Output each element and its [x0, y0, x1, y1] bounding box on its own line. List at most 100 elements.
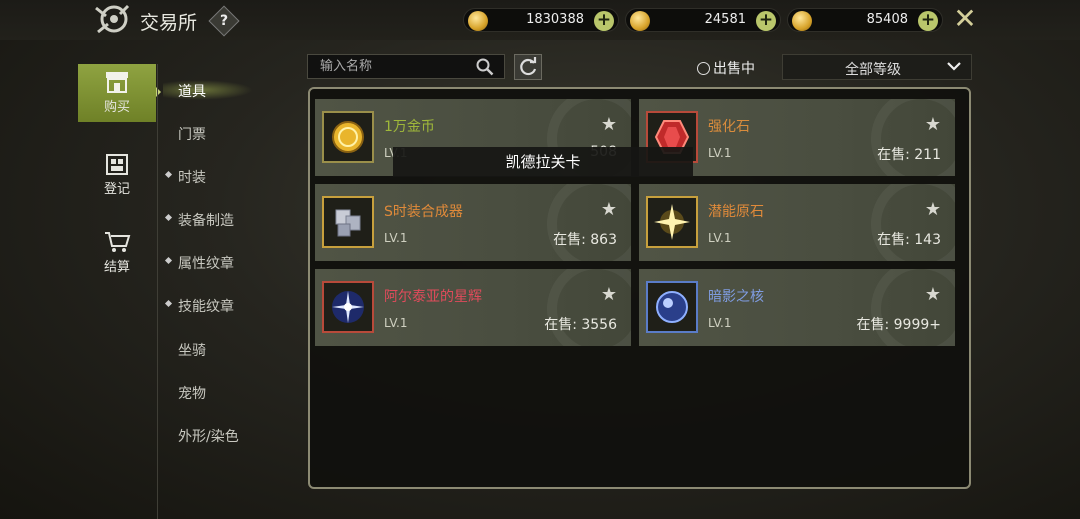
category-item-fashion[interactable]: 时装: [164, 167, 206, 187]
add-currency-button[interactable]: +: [756, 11, 776, 31]
currency-refresh-coin: 1830388 +: [463, 8, 619, 32]
category-label: 外形/染色: [178, 429, 239, 445]
item-level: LV.1: [384, 316, 408, 330]
close-button[interactable]: ✕: [950, 4, 980, 34]
item-count: 在售: 3556: [544, 317, 617, 333]
tooltip: 凯德拉关卡: [393, 147, 693, 177]
gold-pile-icon: [630, 11, 650, 31]
item-level: LV.1: [708, 146, 732, 160]
cart-icon: [105, 232, 131, 252]
expand-dot-icon: [164, 170, 173, 179]
category-item-pet[interactable]: 宠物: [178, 383, 206, 403]
currency-value: 1830388: [526, 12, 584, 27]
nav-item-label: 结算: [103, 260, 130, 275]
grade-dropdown[interactable]: 全部等级: [782, 54, 972, 80]
expand-dot-icon: [164, 299, 173, 308]
currency-gold-pile: 24581 +: [625, 8, 781, 32]
item-name: S时装合成器: [384, 204, 463, 220]
category-item-equipment-craft[interactable]: 装备制造: [164, 210, 234, 230]
category-item-attribute-emblem[interactable]: 属性纹章: [164, 253, 234, 273]
watermark-icon: [871, 99, 955, 176]
refresh-icon: [520, 57, 537, 76]
category-item-mount[interactable]: 坐骑: [178, 340, 206, 360]
item-name: 1万金币: [384, 119, 435, 135]
help-button[interactable]: ?: [208, 5, 240, 37]
favorite-star-icon[interactable]: ★: [601, 201, 617, 219]
on-sale-toggle[interactable]: 出售中: [697, 58, 755, 78]
add-currency-button[interactable]: +: [594, 11, 614, 31]
item-count: 在售: 143: [877, 232, 941, 248]
category-label: 宠物: [178, 386, 206, 402]
item-level: LV.1: [708, 231, 732, 245]
category-item-appearance-dye[interactable]: 外形/染色: [178, 426, 239, 446]
nav-item-settle[interactable]: 结算: [78, 224, 156, 282]
currency-value: 85408: [866, 12, 908, 27]
register-icon: [106, 154, 128, 175]
currency-value: 24581: [704, 12, 746, 27]
item-level: LV.1: [708, 316, 732, 330]
category-label: 装备制造: [178, 213, 234, 229]
item-icon-frame: [322, 196, 374, 248]
chevron-down-icon: [947, 62, 961, 71]
favorite-star-icon[interactable]: ★: [925, 116, 941, 134]
item-name: 阿尔泰亚的星辉: [384, 289, 482, 305]
starlight-icon: [332, 291, 364, 323]
watermark-icon: [547, 269, 631, 346]
favorite-star-icon[interactable]: ★: [601, 286, 617, 304]
item-name: 强化石: [708, 119, 750, 135]
main-nav: 购买 登记 结算: [78, 64, 156, 519]
on-sale-label: 出售中: [713, 61, 755, 77]
nav-item-label: 购买: [103, 100, 130, 115]
search-input[interactable]: [308, 55, 468, 78]
item-card[interactable]: 阿尔泰亚的星辉 LV.1 在售: 3556 ★: [315, 269, 631, 346]
watermark-icon: [547, 184, 631, 261]
category-label: 道具: [178, 84, 206, 100]
search-icon[interactable]: [476, 58, 494, 76]
add-currency-button[interactable]: +: [918, 11, 938, 31]
item-card[interactable]: 潜能原石 LV.1 在售: 143 ★: [639, 184, 955, 261]
expand-dot-icon: [164, 256, 173, 265]
expand-dot-icon: [164, 213, 173, 222]
nav-item-register[interactable]: 登记: [78, 146, 156, 204]
top-bar: 交易所 ? 1830388 + 24581 + 85408 + ✕: [0, 0, 1080, 40]
item-icon-frame: [322, 111, 374, 163]
search-field: [307, 54, 505, 79]
item-level: LV.1: [384, 231, 408, 245]
refresh-button[interactable]: [514, 54, 542, 80]
item-icon-frame: [646, 196, 698, 248]
page-title: 交易所: [140, 12, 198, 34]
category-label: 属性纹章: [178, 256, 234, 272]
category-item-tickets[interactable]: 门票: [178, 124, 206, 144]
synthesizer-icon: [335, 209, 361, 237]
favorite-star-icon[interactable]: ★: [925, 201, 941, 219]
item-icon-frame: [646, 281, 698, 333]
gold-coin-icon: [792, 11, 812, 31]
category-label: 时装: [178, 170, 206, 186]
item-count: 在售: 9999+: [856, 317, 941, 333]
gold-coin-icon: [332, 121, 364, 153]
favorite-star-icon[interactable]: ★: [601, 116, 617, 134]
currency-gold-coin: 85408 +: [787, 8, 943, 32]
category-item-skill-emblem[interactable]: 技能纹章: [164, 296, 234, 316]
item-name: 潜能原石: [708, 204, 764, 220]
radio-icon[interactable]: [697, 62, 710, 75]
item-card[interactable]: 暗影之核 LV.1 在售: 9999+ ★: [639, 269, 955, 346]
shop-icon: [106, 72, 128, 93]
close-icon: ✕: [953, 2, 977, 35]
refresh-coin-icon: [468, 11, 488, 31]
shadow-core-icon: [656, 291, 688, 323]
favorite-star-icon[interactable]: ★: [925, 286, 941, 304]
potential-stone-icon: [654, 204, 690, 240]
category-label: 门票: [178, 127, 206, 143]
category-label: 坐骑: [178, 343, 206, 359]
dragon-logo-icon: [95, 4, 130, 34]
item-count: 在售: 863: [553, 232, 617, 248]
category-item-props[interactable]: 道具: [178, 81, 206, 101]
watermark-icon: [871, 269, 955, 346]
grade-value: 全部等级: [845, 62, 901, 78]
nav-item-label: 登记: [103, 182, 130, 197]
nav-item-buy[interactable]: 购买: [78, 64, 156, 122]
item-card[interactable]: S时装合成器 LV.1 在售: 863 ★: [315, 184, 631, 261]
help-icon: ?: [219, 13, 229, 29]
item-name: 暗影之核: [708, 289, 764, 305]
